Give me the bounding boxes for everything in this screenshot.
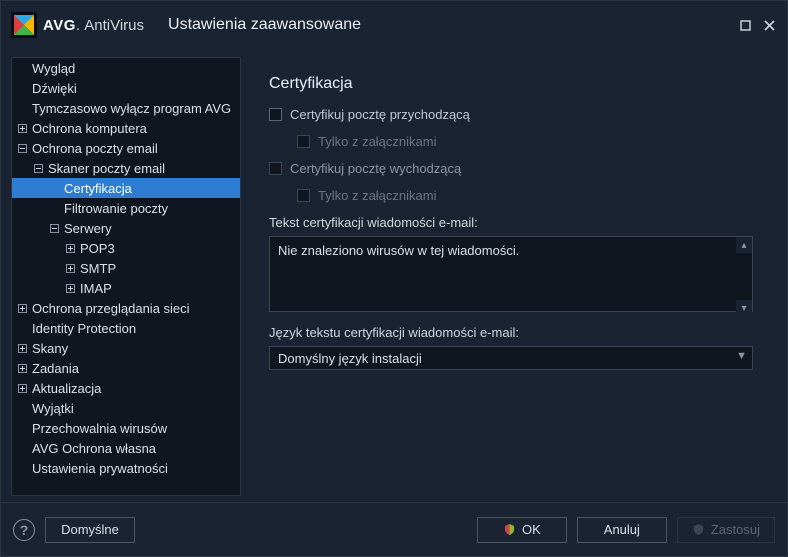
scroll-up-icon[interactable]: ▴ [736, 237, 752, 253]
tree-item[interactable]: Certyfikacja [12, 178, 240, 198]
ok-button[interactable]: OK [477, 517, 567, 543]
close-icon[interactable] [761, 17, 777, 33]
tree-item-label: AVG Ochrona własna [32, 441, 156, 456]
certify-outgoing-checkbox[interactable]: Certyfikuj pocztę wychodzącą [269, 161, 753, 176]
tree-item-label: Serwery [64, 221, 112, 236]
cert-lang-select[interactable]: Domyślny język instalacji [269, 346, 753, 370]
tree-item[interactable]: Identity Protection [12, 318, 240, 338]
expand-icon[interactable] [16, 382, 28, 394]
tree-item[interactable]: IMAP [12, 278, 240, 298]
tree-item-label: Przechowalnia wirusów [32, 421, 167, 436]
tree-item[interactable]: Filtrowanie poczty [12, 198, 240, 218]
expand-icon[interactable] [64, 282, 76, 294]
tree-item[interactable]: Ustawienia prywatności [12, 458, 240, 478]
defaults-button[interactable]: Domyślne [45, 517, 135, 543]
expand-icon[interactable] [64, 262, 76, 274]
app-logo: AVG. AntiVirus [11, 12, 144, 38]
cert-text-label: Tekst certyfikacji wiadomości e-mail: [269, 215, 753, 230]
incoming-attachments-only-checkbox: Tylko z załącznikami [297, 134, 753, 149]
tree-item[interactable]: Serwery [12, 218, 240, 238]
tree-item[interactable]: Tymczasowo wyłącz program AVG [12, 98, 240, 118]
tree-item[interactable]: Skaner poczty email [12, 158, 240, 178]
tree-item[interactable]: Wyjątki [12, 398, 240, 418]
expand-icon[interactable] [16, 302, 28, 314]
tree-item-label: Wygląd [32, 61, 75, 76]
section-title: Certyfikacja [269, 75, 753, 93]
avg-logo-icon [11, 12, 37, 38]
expand-icon[interactable] [16, 122, 28, 134]
tree-item[interactable]: POP3 [12, 238, 240, 258]
logo-text: AVG. AntiVirus [43, 17, 144, 34]
apply-button: Zastosuj [677, 517, 775, 543]
shield-icon [692, 523, 705, 536]
tree-item-label: Filtrowanie poczty [64, 201, 168, 216]
tree-item[interactable]: Zadania [12, 358, 240, 378]
settings-window: AVG. AntiVirus Ustawienia zaawansowane W… [0, 0, 788, 557]
tree-item[interactable]: AVG Ochrona własna [12, 438, 240, 458]
collapse-icon[interactable] [48, 222, 60, 234]
shield-icon [503, 523, 516, 536]
outgoing-attachments-only-checkbox: Tylko z załącznikami [297, 188, 753, 203]
tree-item[interactable]: Dźwięki [12, 78, 240, 98]
tree-item[interactable]: Ochrona przeglądania sieci [12, 298, 240, 318]
tree-item-label: Identity Protection [32, 321, 136, 336]
content-panel: Certyfikacja Certyfikuj pocztę przychodz… [245, 57, 777, 496]
tree-item[interactable]: Skany [12, 338, 240, 358]
tree-item-label: Zadania [32, 361, 79, 376]
help-icon[interactable]: ? [13, 519, 35, 541]
cert-text-input[interactable] [269, 236, 753, 312]
tree-item-label: Tymczasowo wyłącz program AVG [32, 101, 231, 116]
tree-item-label: Aktualizacja [32, 381, 101, 396]
tree-item[interactable]: Aktualizacja [12, 378, 240, 398]
tree-item-label: SMTP [80, 261, 116, 276]
tree-item-label: POP3 [80, 241, 115, 256]
tree-item-label: Ustawienia prywatności [32, 461, 168, 476]
cancel-button[interactable]: Anuluj [577, 517, 667, 543]
tree-item[interactable]: SMTP [12, 258, 240, 278]
tree-item-label: Ochrona poczty email [32, 141, 158, 156]
tree-item[interactable]: Ochrona komputera [12, 118, 240, 138]
tree-item-label: Certyfikacja [64, 181, 132, 196]
titlebar: AVG. AntiVirus Ustawienia zaawansowane [1, 1, 787, 49]
cert-lang-label: Język tekstu certyfikacji wiadomości e-m… [269, 325, 753, 340]
footer: ? Domyślne OK Anuluj Zastosuj [1, 502, 787, 556]
tree-item-label: Dźwięki [32, 81, 77, 96]
collapse-icon[interactable] [32, 162, 44, 174]
tree-item[interactable]: Wygląd [12, 58, 240, 78]
expand-icon[interactable] [64, 242, 76, 254]
collapse-icon[interactable] [16, 142, 28, 154]
tree-item-label: IMAP [80, 281, 112, 296]
tree-item-label: Ochrona przeglądania sieci [32, 301, 190, 316]
certify-incoming-checkbox[interactable]: Certyfikuj pocztę przychodzącą [269, 107, 753, 122]
expand-icon[interactable] [16, 342, 28, 354]
maximize-icon[interactable] [737, 17, 753, 33]
tree-item-label: Wyjątki [32, 401, 74, 416]
tree-item-label: Skany [32, 341, 68, 356]
window-title: Ustawienia zaawansowane [168, 16, 361, 34]
settings-tree[interactable]: Wygląd Dźwięki Tymczasowo wyłącz program A… [11, 57, 241, 496]
scroll-down-icon[interactable]: ▾ [736, 300, 752, 316]
tree-item[interactable]: Przechowalnia wirusów [12, 418, 240, 438]
tree-item[interactable]: Ochrona poczty email [12, 138, 240, 158]
tree-item-label: Skaner poczty email [48, 161, 165, 176]
expand-icon[interactable] [16, 362, 28, 374]
tree-item-label: Ochrona komputera [32, 121, 147, 136]
